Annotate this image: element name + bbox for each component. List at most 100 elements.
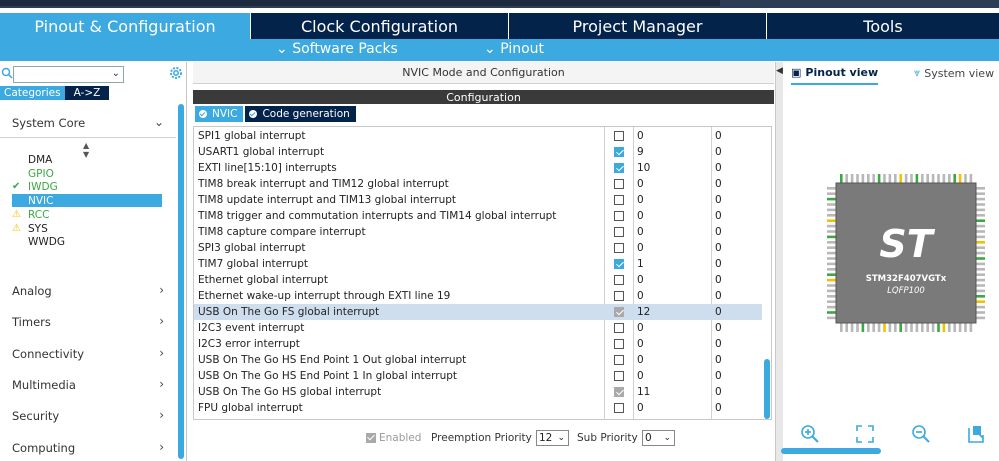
- preemption-priority-cell[interactable]: 12: [637, 306, 650, 318]
- preemption-priority-cell[interactable]: 0: [637, 354, 644, 366]
- preemption-priority-cell[interactable]: 0: [637, 130, 644, 142]
- table-row[interactable]: I2C3 event interrupt 0 0: [194, 320, 762, 336]
- sidebar-item-sys[interactable]: ⚠ SYS: [12, 222, 162, 235]
- enabled-checkbox[interactable]: [614, 355, 624, 365]
- sidebar-item-nvic[interactable]: NVIC: [12, 194, 162, 207]
- enabled-checkbox[interactable]: [614, 131, 624, 141]
- preemption-priority-cell[interactable]: 11: [637, 386, 650, 398]
- enabled-checkbox[interactable]: [614, 195, 624, 205]
- export-icon[interactable]: [966, 424, 986, 444]
- sub-priority-select[interactable]: 0 ⌄: [642, 430, 675, 446]
- preemption-priority-cell[interactable]: 0: [637, 290, 644, 302]
- enabled-checkbox[interactable]: [614, 147, 624, 157]
- tab-nvic[interactable]: NVIC: [195, 106, 244, 122]
- table-row[interactable]: I2C3 error interrupt 0 0: [194, 336, 762, 352]
- table-row[interactable]: SPI1 global interrupt 0 0: [194, 128, 762, 144]
- enabled-checkbox[interactable]: [614, 259, 624, 269]
- sub-priority-cell[interactable]: 0: [715, 226, 722, 238]
- preemption-priority-cell[interactable]: 0: [637, 338, 644, 350]
- section-timers[interactable]: Timers ›: [12, 314, 172, 329]
- sub-priority-cell[interactable]: 0: [715, 338, 722, 350]
- sidebar-item-gpio[interactable]: GPIO: [12, 167, 162, 180]
- preemption-priority-cell[interactable]: 9: [637, 146, 644, 158]
- sub-priority-cell[interactable]: 0: [715, 306, 722, 318]
- sub-priority-cell[interactable]: 0: [715, 386, 722, 398]
- sidebar-item-dma[interactable]: DMA: [12, 153, 162, 166]
- tab-a-z[interactable]: A->Z: [64, 86, 110, 100]
- enabled-checkbox[interactable]: [366, 433, 376, 443]
- pinout-horizontal-scrollbar[interactable]: [781, 448, 881, 454]
- enabled-checkbox[interactable]: [614, 227, 624, 237]
- table-row[interactable]: FPU global interrupt 0 0: [194, 400, 762, 416]
- table-row[interactable]: USB On The Go HS End Point 1 Out global …: [194, 352, 762, 368]
- preemption-priority-cell[interactable]: 0: [637, 242, 644, 254]
- section-system-core[interactable]: System Core ⌄: [12, 115, 172, 130]
- table-row[interactable]: Ethernet global interrupt 0 0: [194, 272, 762, 288]
- sidebar-item-wwdg[interactable]: WWDG: [12, 235, 162, 248]
- mcu-pinout-diagram[interactable]: ST STM32F407VGTx LQFP100: [796, 147, 999, 357]
- tab-tools[interactable]: Tools: [767, 13, 999, 39]
- tab-pinout-view[interactable]: ▣ Pinout view: [791, 66, 879, 85]
- sub-priority-cell[interactable]: 0: [715, 274, 722, 286]
- sub-priority-cell[interactable]: 0: [715, 354, 722, 366]
- tab-pinout-configuration[interactable]: Pinout & Configuration: [0, 13, 251, 39]
- sidebar-item-iwdg[interactable]: ✔ IWDG: [12, 180, 162, 193]
- sub-priority-cell[interactable]: 0: [715, 290, 722, 302]
- enabled-checkbox[interactable]: [614, 211, 624, 221]
- enabled-checkbox[interactable]: [614, 179, 624, 189]
- tab-project-manager[interactable]: Project Manager: [509, 13, 767, 39]
- fit-screen-icon[interactable]: [855, 424, 875, 444]
- table-row[interactable]: TIM7 global interrupt 1 0: [194, 256, 762, 272]
- sub-priority-cell[interactable]: 0: [715, 210, 722, 222]
- table-row[interactable]: Ethernet wake-up interrupt through EXTI …: [194, 288, 762, 304]
- preemption-priority-cell[interactable]: 0: [637, 178, 644, 190]
- tab-clock-configuration[interactable]: Clock Configuration: [251, 13, 509, 39]
- gear-icon[interactable]: [168, 65, 184, 81]
- enabled-checkbox[interactable]: [614, 291, 624, 301]
- table-row[interactable]: SPI3 global interrupt 0 0: [194, 240, 762, 256]
- section-connectivity[interactable]: Connectivity ›: [12, 346, 172, 361]
- software-packs-menu[interactable]: ⌄ Software Packs: [276, 41, 398, 57]
- section-multimedia[interactable]: Multimedia ›: [12, 377, 172, 392]
- sub-priority-cell[interactable]: 0: [715, 370, 722, 382]
- preemption-priority-cell[interactable]: 0: [637, 402, 644, 414]
- section-analog[interactable]: Analog ›: [12, 283, 172, 298]
- preemption-priority-cell[interactable]: 0: [637, 370, 644, 382]
- pinout-menu[interactable]: ⌄ Pinout: [484, 41, 544, 57]
- search-combobox[interactable]: ⌄: [13, 66, 124, 83]
- table-row[interactable]: EXTI line[15:10] interrupts 10 0: [194, 160, 762, 176]
- sub-priority-cell[interactable]: 0: [715, 322, 722, 334]
- enabled-checkbox[interactable]: [614, 243, 624, 253]
- table-row[interactable]: TIM8 trigger and commutation interrupts …: [194, 208, 762, 224]
- tab-code-generation[interactable]: Code generation: [245, 106, 356, 122]
- sub-priority-cell[interactable]: 0: [715, 402, 722, 414]
- tab-categories[interactable]: Categories: [0, 86, 65, 100]
- sub-priority-cell[interactable]: 0: [715, 194, 722, 206]
- preemption-priority-cell[interactable]: 0: [637, 226, 644, 238]
- left-scrollbar[interactable]: [178, 104, 184, 459]
- preemption-priority-cell[interactable]: 0: [637, 274, 644, 286]
- preemption-priority-cell[interactable]: 0: [637, 322, 644, 334]
- tab-system-view[interactable]: ⩔ System view: [914, 66, 994, 80]
- table-row[interactable]: TIM8 update interrupt and TIM13 global i…: [194, 192, 762, 208]
- sidebar-item-rcc[interactable]: ⚠ RCC: [12, 208, 162, 221]
- section-security[interactable]: Security ›: [12, 408, 172, 423]
- sub-priority-cell[interactable]: 0: [715, 178, 722, 190]
- zoom-out-icon[interactable]: [911, 424, 931, 444]
- preemption-priority-cell[interactable]: 0: [637, 210, 644, 222]
- preemption-priority-select[interactable]: 12 ⌄: [536, 430, 569, 446]
- enabled-checkbox[interactable]: [614, 403, 624, 413]
- table-scrollbar[interactable]: [764, 359, 770, 419]
- sub-priority-cell[interactable]: 0: [715, 146, 722, 158]
- preemption-priority-cell[interactable]: 0: [637, 194, 644, 206]
- sub-priority-cell[interactable]: 0: [715, 130, 722, 142]
- preemption-priority-cell[interactable]: 1: [637, 258, 644, 270]
- table-row[interactable]: USB On The Go FS global interrupt 12 0: [194, 304, 762, 320]
- enabled-checkbox[interactable]: [614, 275, 624, 285]
- table-row[interactable]: TIM8 capture compare interrupt 0 0: [194, 224, 762, 240]
- sub-priority-cell[interactable]: 0: [715, 242, 722, 254]
- search-icon[interactable]: [1, 67, 13, 79]
- table-row[interactable]: USB On The Go HS global interrupt 11 0: [194, 384, 762, 400]
- sub-priority-cell[interactable]: 0: [715, 258, 722, 270]
- preemption-priority-cell[interactable]: 10: [637, 162, 650, 174]
